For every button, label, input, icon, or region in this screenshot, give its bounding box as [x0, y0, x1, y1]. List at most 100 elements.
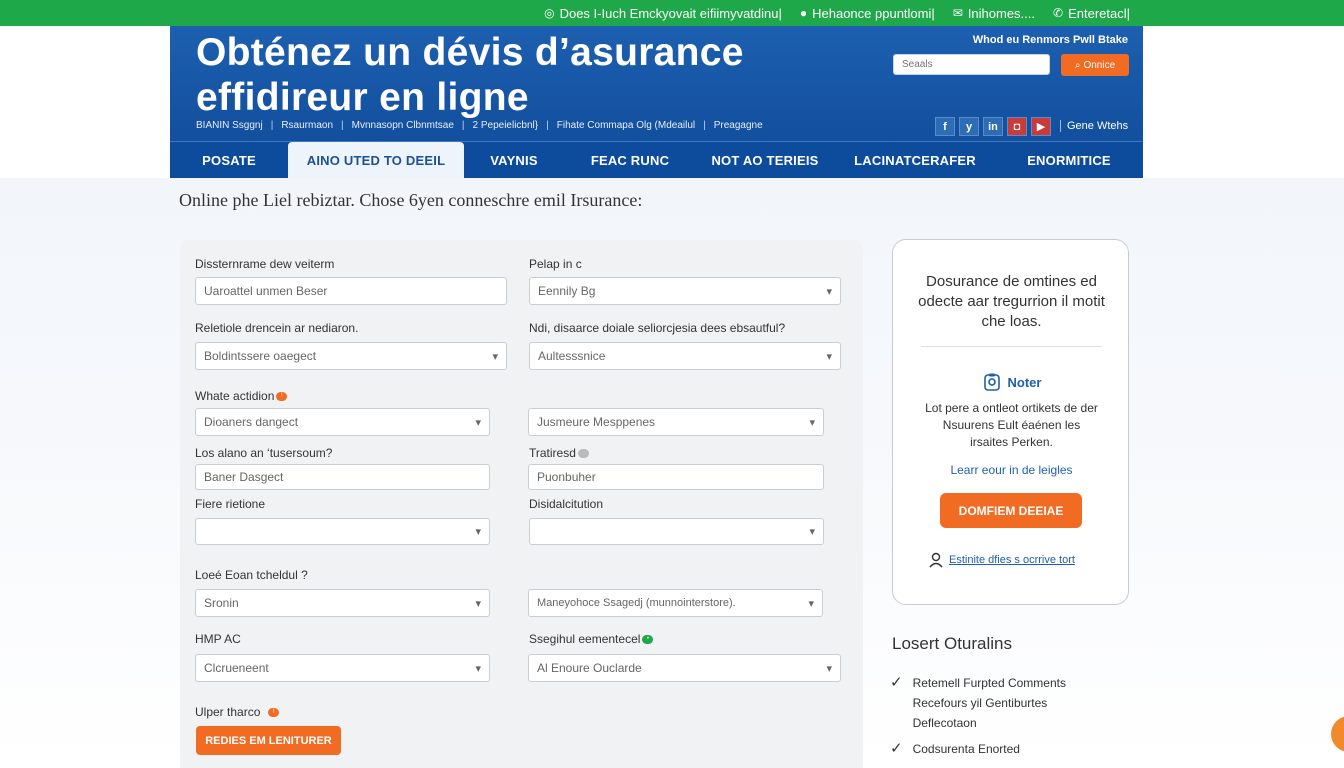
field-label: Ndi, disaarce doiale seliorcjesia dees e…	[529, 321, 786, 335]
search-input[interactable]	[893, 54, 1050, 75]
breadcrumb-separator: |	[341, 120, 344, 131]
breadcrumb-item[interactable]: BIANIN Ssggnj	[196, 120, 263, 131]
coverage-select[interactable]: Al Enoure Ouclarde	[528, 654, 841, 682]
losers-heading: Losert Oturalins	[892, 634, 1012, 653]
topbar-item-label: Hehaonce ppuntlomi|	[812, 5, 935, 21]
nav-item-lacinatcerafer[interactable]: LACINATCERAFER	[834, 142, 996, 178]
quote-form: Dissternrame dew veiterm Uaroattel unmen…	[180, 240, 863, 768]
required-badge: !	[276, 392, 288, 402]
field-label: Loeé Eoan tcheldul ?	[195, 568, 308, 582]
check-icon: ✓	[890, 674, 903, 691]
field-label: Dissternrame dew veiterm	[195, 257, 335, 271]
breadcrumb-item[interactable]: Mvnnasopn Clbnmtsae	[352, 120, 454, 131]
learn-more-link[interactable]: Learr eour in de leigles	[893, 463, 1130, 477]
submit-button[interactable]: REDIES EM LENITURER	[196, 726, 341, 755]
check-icon: ✓	[890, 740, 903, 757]
list-item: ✓ Codsurenta Enorted	[890, 739, 1090, 759]
field-label-text: Ssegihul eementecel	[529, 632, 641, 646]
field-label: Tratiresd	[529, 446, 589, 460]
facebook-icon[interactable]: f	[935, 117, 955, 136]
header-contact-link[interactable]: Gene Wtehs	[1060, 120, 1128, 132]
section-heading: Online phe Liel rebiztar. Chose 6yen con…	[179, 190, 643, 210]
social-links: f y in ◘ ▶	[935, 117, 1051, 136]
note-title: Noter	[1007, 374, 1042, 390]
status-badge: •	[642, 635, 654, 645]
info-card: Dosurance de omtines ed odecte aar tregu…	[892, 239, 1129, 605]
empty-select-left[interactable]	[195, 518, 490, 545]
empty-select-right[interactable]	[529, 518, 824, 545]
list-item-text: Codsurenta Enorted	[912, 742, 1020, 756]
danger-input[interactable]: Baner Dasgect	[195, 464, 490, 490]
breadcrumb-item[interactable]: 2 Pepeielicbnl}	[473, 120, 539, 131]
main-nav: POSATE AINO UTED TO DEEIL VAYNIS FEAC RU…	[170, 141, 1143, 178]
insurance-type-select[interactable]: Aultesssnice	[529, 342, 841, 370]
field-label: HMP AC	[195, 632, 241, 646]
youtube-icon[interactable]: ▶	[1031, 117, 1051, 136]
breadcrumb: BIANIN Ssggnj | Rsaurmaon | Mvnnasopn Clbn…	[196, 120, 763, 131]
current-select[interactable]: Clcrueneent	[195, 654, 490, 682]
page-title: Obténez un dévis d’asurance effidireur e…	[196, 31, 744, 119]
breadcrumb-item[interactable]: Rsaurmaon	[281, 120, 333, 131]
topbar-item-label: Does I-Iuch Emckyovait eifiimyvatdinu|	[559, 5, 782, 21]
search-button[interactable]: ⌕ Onnice	[1061, 54, 1129, 76]
provider-input[interactable]: Puonbuher	[528, 464, 824, 490]
breadcrumb-separator: |	[461, 120, 465, 131]
field-label: Los alano an ‘tusersoum?	[195, 446, 333, 460]
topbar-item-locale[interactable]: ◎ Does I-Iuch Emckyovait eifiimyvatdinu|	[544, 6, 782, 21]
field-label-text: Whate actidion	[195, 389, 275, 403]
breadcrumb-item[interactable]: Preagagne	[714, 120, 763, 131]
field-label: Fiere rietione	[195, 497, 266, 511]
linkedin-icon[interactable]: in	[983, 117, 1003, 136]
instagram-icon[interactable]: ◘	[1007, 117, 1027, 136]
topbar-item-chat[interactable]: ✉ Inihomes....	[953, 6, 1035, 21]
loan-schedule-select[interactable]: Sronin	[195, 589, 490, 617]
required-badge: !	[268, 708, 280, 718]
search-button-label: Onnice	[1083, 59, 1116, 71]
confirm-button[interactable]: DOMFIEM DEEIAE	[940, 493, 1082, 528]
family-select[interactable]: Eennily Bg	[529, 277, 841, 305]
nav-item-enormitice[interactable]: ENORMITICE	[996, 142, 1142, 178]
card-divider	[921, 346, 1102, 347]
breadcrumb-item[interactable]: Fihate Commapa Olg (Mdeailul	[557, 120, 695, 131]
topbar-item-phone[interactable]: ✆ Enteretacl|	[1053, 6, 1130, 21]
list-item: ✓ Retemell Furpted Comments Recefours yi…	[890, 673, 1090, 733]
nav-item-active[interactable]: AINO UTED TO DEEIL	[288, 142, 464, 178]
note-header: Noter	[893, 372, 1130, 392]
top-utility-bar: ◎ Does I-Iuch Emckyovait eifiimyvatdinu|…	[0, 0, 1344, 26]
note-description: Lot pere a ontleot ortikets de der Nsuur…	[925, 401, 1098, 449]
action-select[interactable]: Dioaners dangect	[195, 408, 490, 436]
expenses-select[interactable]: Jusmeure Mesppenes	[528, 408, 824, 436]
field-label-text: Ulper tharco	[195, 705, 261, 719]
phone-icon: ✆	[1053, 6, 1064, 20]
field-label: Disidalcitution	[529, 497, 604, 511]
relation-select[interactable]: Boldintssere oaegect	[195, 342, 507, 370]
nav-item-feac-runc[interactable]: FEAC RUNC	[564, 142, 696, 178]
nav-item-vaynis[interactable]: VAYNIS	[464, 142, 564, 178]
breadcrumb-separator: |	[703, 120, 706, 131]
pin-icon: ●	[799, 6, 808, 20]
user-icon	[929, 552, 943, 568]
topbar-item-label: Enteretacl|	[1068, 5, 1130, 21]
chat-icon: ✉	[952, 6, 963, 20]
twitter-icon[interactable]: y	[959, 117, 979, 136]
breadcrumb-separator: |	[546, 120, 549, 131]
globe-icon: ◎	[544, 6, 555, 20]
nav-item-posate[interactable]: POSATE	[170, 142, 288, 178]
search-icon: ⌕	[1074, 59, 1081, 71]
user-link[interactable]: Estinite dfies s ocrrive tort	[929, 552, 1075, 568]
card-title: Dosurance de omtines ed odecte aar tregu…	[918, 273, 1105, 330]
field-label: Whate actidion!	[195, 389, 288, 403]
name-input[interactable]: Uaroattel unmen Beser	[195, 277, 507, 305]
manager-select[interactable]: Maneyohoce Ssagedj (munnointerstore).	[528, 589, 823, 617]
field-label: Ulper tharco!	[195, 705, 280, 719]
nav-item-not-ao-terieis[interactable]: NOT AO TERIEIS	[696, 142, 834, 178]
field-label: Pelap in c	[529, 257, 582, 271]
topbar-item-location[interactable]: ● Hehaonce ppuntlomi|	[800, 6, 935, 21]
list-item-text: Retemell Furpted Comments Recefours yil …	[912, 676, 1066, 730]
field-label: Reletiole drencein ar nediaron.	[195, 321, 359, 335]
user-link-label: Estinite dfies s ocrrive tort	[949, 554, 1075, 566]
field-label: Ssegihul eementecel •	[529, 632, 654, 646]
clipboard-icon	[983, 373, 1000, 391]
topbar-item-label: Inihomes....	[967, 5, 1036, 21]
info-badge	[577, 449, 589, 459]
